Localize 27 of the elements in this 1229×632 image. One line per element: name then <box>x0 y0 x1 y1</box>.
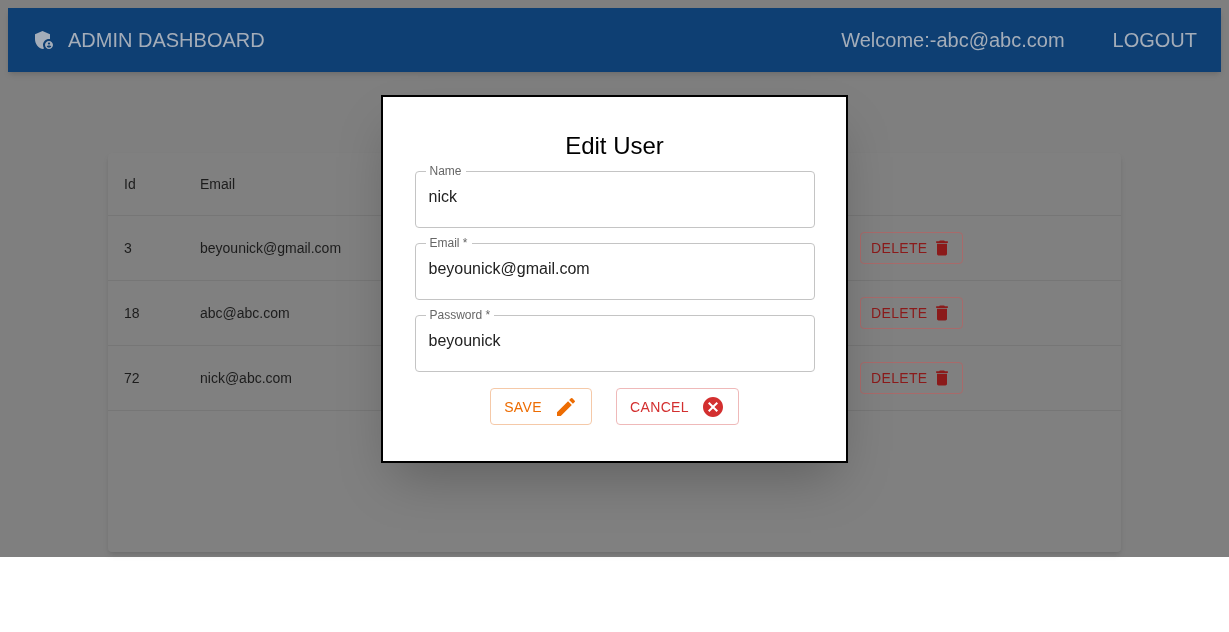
field-value: beyounick@gmail.com <box>428 259 590 279</box>
field-label: Password * <box>428 307 492 323</box>
field-label: Email * <box>428 235 469 251</box>
table-cell: nick@abc.com <box>200 370 293 386</box>
delete-button[interactable]: DELETE <box>860 362 963 394</box>
text-field[interactable]: Name nick <box>414 163 815 228</box>
dialog-title: Edit User <box>565 131 664 161</box>
shield-user-icon <box>32 28 56 52</box>
cancel-button[interactable]: CANCEL <box>616 388 739 425</box>
logout-button[interactable]: LOGOUT <box>1112 26 1197 54</box>
delete-button[interactable]: DELETE <box>860 232 963 264</box>
text-field[interactable]: Password * beyounick <box>414 307 815 372</box>
table-cell-text: 3 <box>123 239 133 258</box>
table-cell: beyounick@gmail.com <box>200 240 342 256</box>
column-header: Id <box>123 175 137 194</box>
welcome-text: Welcome:-abc@abc.com <box>841 28 1065 53</box>
field-value: beyounick <box>428 331 501 351</box>
save-button[interactable]: SAVE <box>490 388 592 425</box>
text-field[interactable]: Email * beyounick@gmail.com <box>414 235 815 300</box>
table-cell-text: 18 <box>123 304 141 323</box>
table-cell-text: 72 <box>123 369 141 388</box>
app-title: ADMIN DASHBOARD <box>68 28 265 53</box>
column-header: Email <box>200 175 236 194</box>
delete-button[interactable]: DELETE <box>860 297 963 329</box>
field-label: Name <box>428 163 463 179</box>
table-cell: abc@abc.com <box>200 305 290 321</box>
field-value: nick <box>428 187 457 207</box>
